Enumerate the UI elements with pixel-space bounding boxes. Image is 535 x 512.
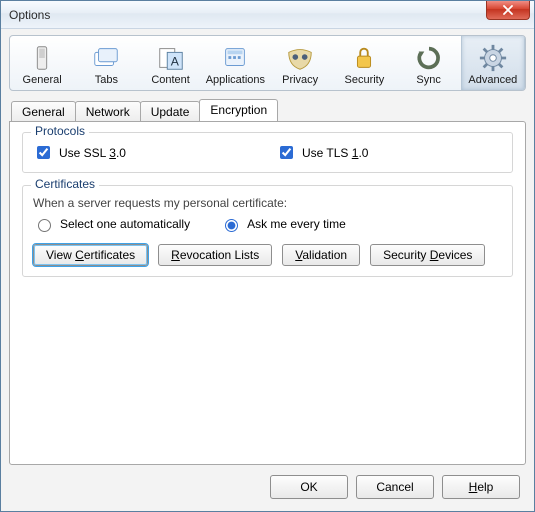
checkbox-ssl3-input[interactable] (37, 146, 50, 159)
category-sync[interactable]: Sync (397, 36, 461, 90)
category-label: General (13, 74, 71, 86)
content-icon: A (156, 43, 186, 73)
applications-icon (220, 43, 250, 73)
checkbox-ssl3[interactable]: Use SSL 3.0 (33, 143, 126, 162)
options-window: Options General Tabs A Content Applicati… (0, 0, 535, 512)
category-advanced[interactable]: Advanced (461, 36, 525, 90)
dialog-footer: OK Cancel Help (9, 465, 526, 503)
category-label: Advanced (464, 74, 522, 86)
tab-network[interactable]: Network (75, 101, 141, 122)
tab-encryption[interactable]: Encryption (199, 99, 278, 121)
group-legend: Protocols (31, 124, 89, 138)
radio-select-auto[interactable]: Select one automatically (33, 216, 190, 232)
category-label: Applications (206, 74, 265, 86)
tab-general[interactable]: General (11, 101, 76, 122)
checkbox-tls1-input[interactable] (280, 146, 293, 159)
client-area: General Tabs A Content Applications Priv… (1, 29, 534, 511)
tab-pane-encryption: Protocols Use SSL 3.0 Use TLS 1.0 Certif… (9, 121, 526, 465)
checkbox-tls1[interactable]: Use TLS 1.0 (276, 143, 369, 162)
tabs-icon (91, 43, 121, 73)
window-title: Options (9, 8, 50, 22)
checkbox-ssl3-label: Use SSL 3.0 (59, 146, 126, 160)
tab-update[interactable]: Update (140, 101, 201, 122)
ok-button[interactable]: OK (270, 475, 348, 499)
category-content[interactable]: A Content (138, 36, 202, 90)
category-label: Privacy (271, 74, 329, 86)
category-tabs[interactable]: Tabs (74, 36, 138, 90)
subtab-strip: General Network Update Encryption (9, 99, 526, 121)
gear-icon (478, 43, 508, 73)
switch-icon (27, 43, 57, 73)
group-certificates: Certificates When a server requests my p… (22, 185, 513, 277)
cert-prompt-text: When a server requests my personal certi… (33, 196, 502, 210)
category-security[interactable]: Security (332, 36, 396, 90)
cancel-button[interactable]: Cancel (356, 475, 434, 499)
svg-text:A: A (170, 55, 179, 69)
category-privacy[interactable]: Privacy (268, 36, 332, 90)
category-label: Content (141, 74, 199, 86)
sync-icon (414, 43, 444, 73)
help-button[interactable]: Help (442, 475, 520, 499)
group-legend: Certificates (31, 177, 99, 191)
security-devices-button[interactable]: Security Devices (370, 244, 485, 266)
category-applications[interactable]: Applications (203, 36, 268, 90)
category-general[interactable]: General (10, 36, 74, 90)
lock-icon (349, 43, 379, 73)
radio-ask-every-time-input[interactable] (225, 219, 238, 232)
close-button[interactable] (486, 1, 530, 20)
radio-ask-every-time-label: Ask me every time (247, 217, 346, 231)
radio-ask-every-time[interactable]: Ask me every time (220, 216, 346, 232)
validation-button[interactable]: Validation (282, 244, 360, 266)
group-protocols: Protocols Use SSL 3.0 Use TLS 1.0 (22, 132, 513, 173)
category-label: Sync (400, 74, 458, 86)
close-icon (503, 5, 513, 15)
radio-select-auto-input[interactable] (38, 219, 51, 232)
category-strip: General Tabs A Content Applications Priv… (9, 35, 526, 91)
titlebar: Options (1, 1, 534, 29)
mask-icon (285, 43, 315, 73)
view-certificates-button[interactable]: View Certificates (33, 244, 148, 266)
revocation-lists-button[interactable]: Revocation Lists (158, 244, 272, 266)
category-label: Security (335, 74, 393, 86)
radio-select-auto-label: Select one automatically (60, 217, 190, 231)
category-label: Tabs (77, 74, 135, 86)
checkbox-tls1-label: Use TLS 1.0 (302, 146, 369, 160)
